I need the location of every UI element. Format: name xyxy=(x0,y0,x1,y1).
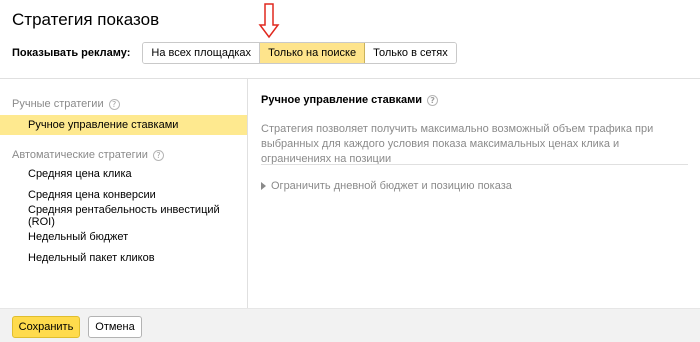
show-ads-row: Показывать рекламу: На всех площадках То… xyxy=(12,42,457,64)
help-icon[interactable]: ? xyxy=(427,94,439,106)
manual-strategies-group: Ручные стратегии ? xyxy=(12,98,120,110)
help-icon[interactable]: ? xyxy=(108,98,120,110)
page-title: Стратегия показов xyxy=(12,10,160,29)
strategy-detail-panel: Ручное управление ставками ? Стратегия п… xyxy=(249,79,700,308)
show-ads-label: Показывать рекламу: xyxy=(12,47,131,59)
detail-title: Ручное управление ставками xyxy=(261,94,423,106)
placement-segmented-control: На всех площадках Только на поиске Тольк… xyxy=(142,42,457,64)
detail-divider xyxy=(261,164,688,165)
strategy-manual-bids[interactable]: Ручное управление ставками xyxy=(0,115,247,135)
help-icon[interactable]: ? xyxy=(152,149,164,161)
strategy-weekly-budget[interactable]: Недельный бюджет xyxy=(0,227,247,247)
option-search-only[interactable]: Только на поиске xyxy=(260,43,366,63)
footer-bar: Сохранить Отмена xyxy=(0,308,700,342)
auto-strategies-label: Автоматические стратегии xyxy=(12,149,148,161)
strategy-list: Ручные стратегии ? Ручное управление ста… xyxy=(0,79,248,308)
detail-title-row: Ручное управление ставками ? xyxy=(261,94,439,106)
save-button[interactable]: Сохранить xyxy=(12,316,80,338)
expand-triangle-icon xyxy=(261,182,266,190)
option-all-platforms[interactable]: На всех площадках xyxy=(143,43,261,63)
strategy-avg-cpa[interactable]: Средняя цена конверсии xyxy=(0,185,247,205)
strategy-avg-roi[interactable]: Средняя рентабельность инвестиций (ROI) xyxy=(0,204,247,228)
strategy-avg-cpc[interactable]: Средняя цена клика xyxy=(0,164,247,184)
cancel-button[interactable]: Отмена xyxy=(88,316,142,338)
manual-strategies-label: Ручные стратегии xyxy=(12,98,104,110)
limit-budget-label: Ограничить дневной бюджет и позицию пока… xyxy=(271,180,512,192)
option-networks-only[interactable]: Только в сетях xyxy=(365,43,456,63)
auto-strategies-group: Автоматические стратегии ? xyxy=(12,149,164,161)
red-down-arrow-annotation xyxy=(258,3,280,39)
strategy-weekly-clicks[interactable]: Недельный пакет кликов xyxy=(0,248,247,268)
limit-budget-toggle[interactable]: Ограничить дневной бюджет и позицию пока… xyxy=(261,180,512,192)
detail-description: Стратегия позволяет получить максимально… xyxy=(261,123,654,165)
